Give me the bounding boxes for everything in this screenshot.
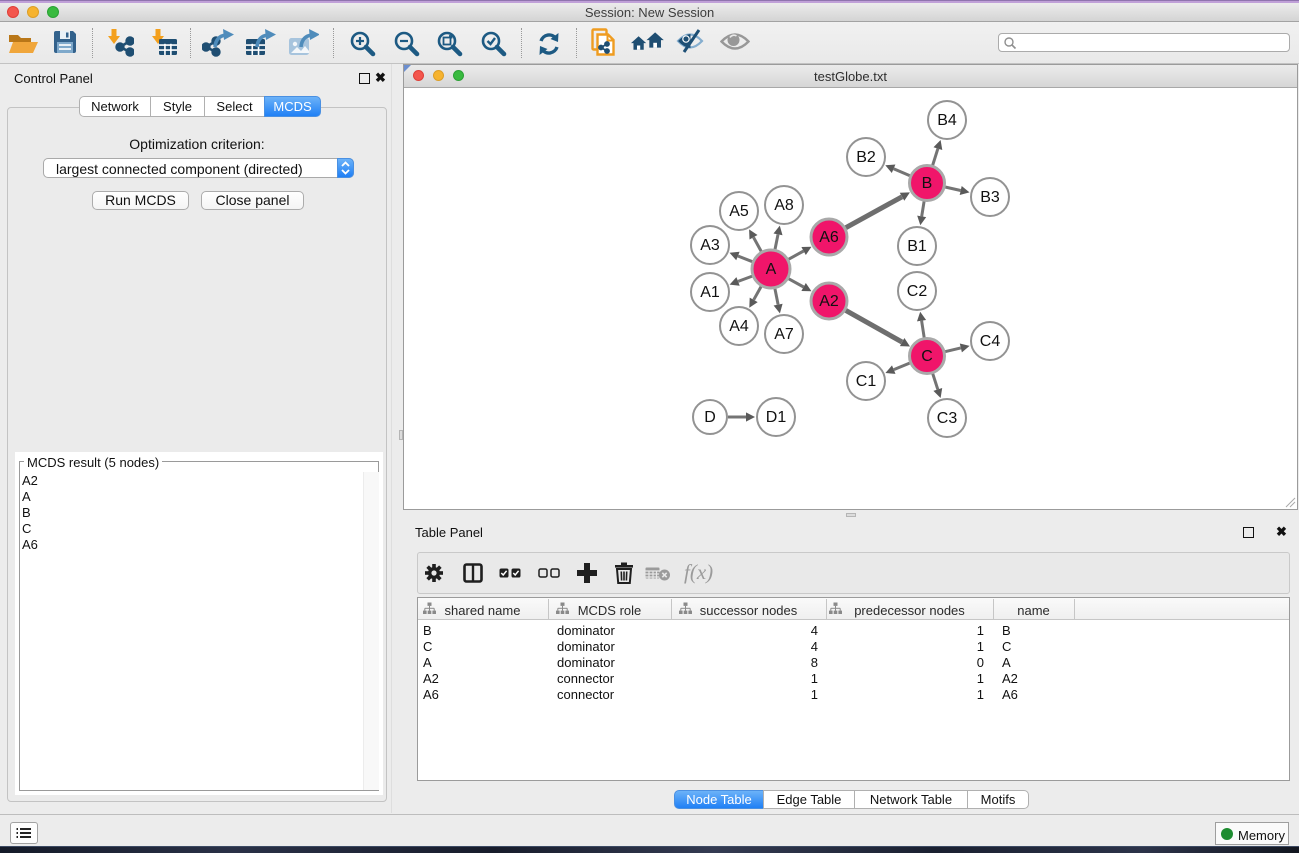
svg-text:B3: B3 [980,189,1000,206]
svg-text:A6: A6 [819,229,839,246]
svg-text:D: D [704,409,716,426]
svg-text:A5: A5 [729,203,749,220]
svg-text:B4: B4 [937,112,957,129]
svg-text:A: A [766,261,777,278]
svg-text:C4: C4 [980,333,1001,350]
svg-text:B1: B1 [907,238,927,255]
svg-text:A1: A1 [700,284,720,301]
svg-text:B: B [922,175,933,192]
svg-text:B2: B2 [856,149,876,166]
svg-text:C2: C2 [907,283,928,300]
svg-text:A4: A4 [729,318,749,335]
svg-text:A7: A7 [774,326,794,343]
svg-text:C: C [921,348,933,365]
svg-text:C3: C3 [937,410,958,427]
svg-text:A2: A2 [819,293,839,310]
svg-text:C1: C1 [856,373,877,390]
svg-text:D1: D1 [766,409,787,426]
svg-text:A8: A8 [774,197,794,214]
svg-text:A3: A3 [700,237,720,254]
